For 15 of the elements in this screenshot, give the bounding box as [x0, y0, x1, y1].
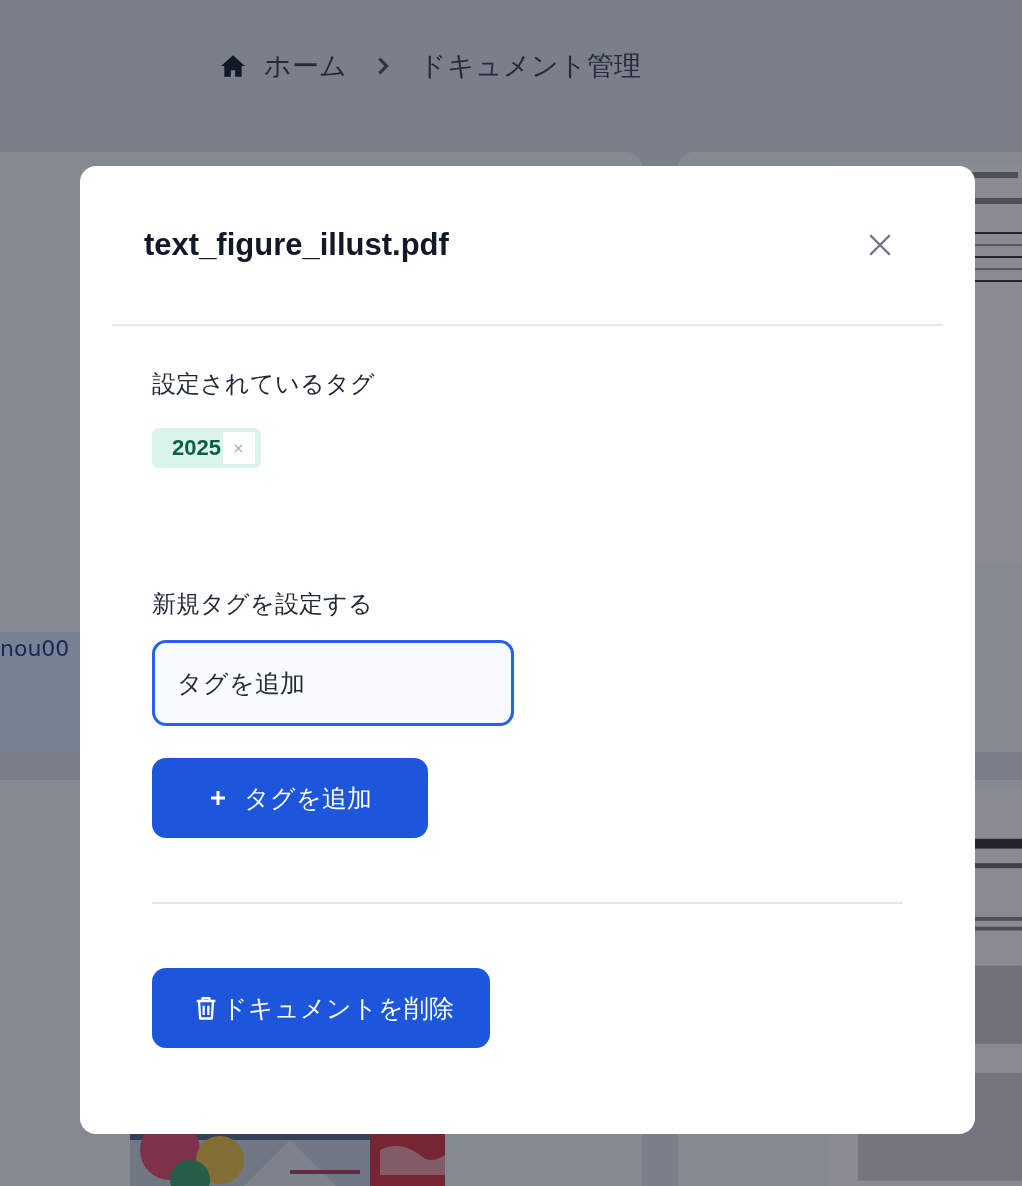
breadcrumb-item: ドキュメント管理: [419, 49, 641, 83]
home-icon: [220, 53, 246, 79]
section-label: 設定されているタグ: [152, 369, 375, 400]
section-label: 新規タグを設定する: [152, 589, 373, 620]
dialog-title: text_figure_illust.pdf: [144, 227, 449, 263]
plus-icon: [208, 788, 228, 808]
breadcrumb-item[interactable]: ホーム: [264, 48, 347, 84]
close-icon[interactable]: [867, 232, 893, 258]
tag-chip: 2025: [152, 428, 261, 468]
delete-document-button[interactable]: ドキュメントを削除: [152, 968, 490, 1048]
chevron-icon: [375, 55, 391, 77]
add-tag-button[interactable]: タグを追加: [152, 758, 428, 838]
close-icon: [234, 443, 244, 453]
tag-input[interactable]: タグを追加: [152, 640, 514, 726]
document-title: nou00: [0, 636, 70, 661]
